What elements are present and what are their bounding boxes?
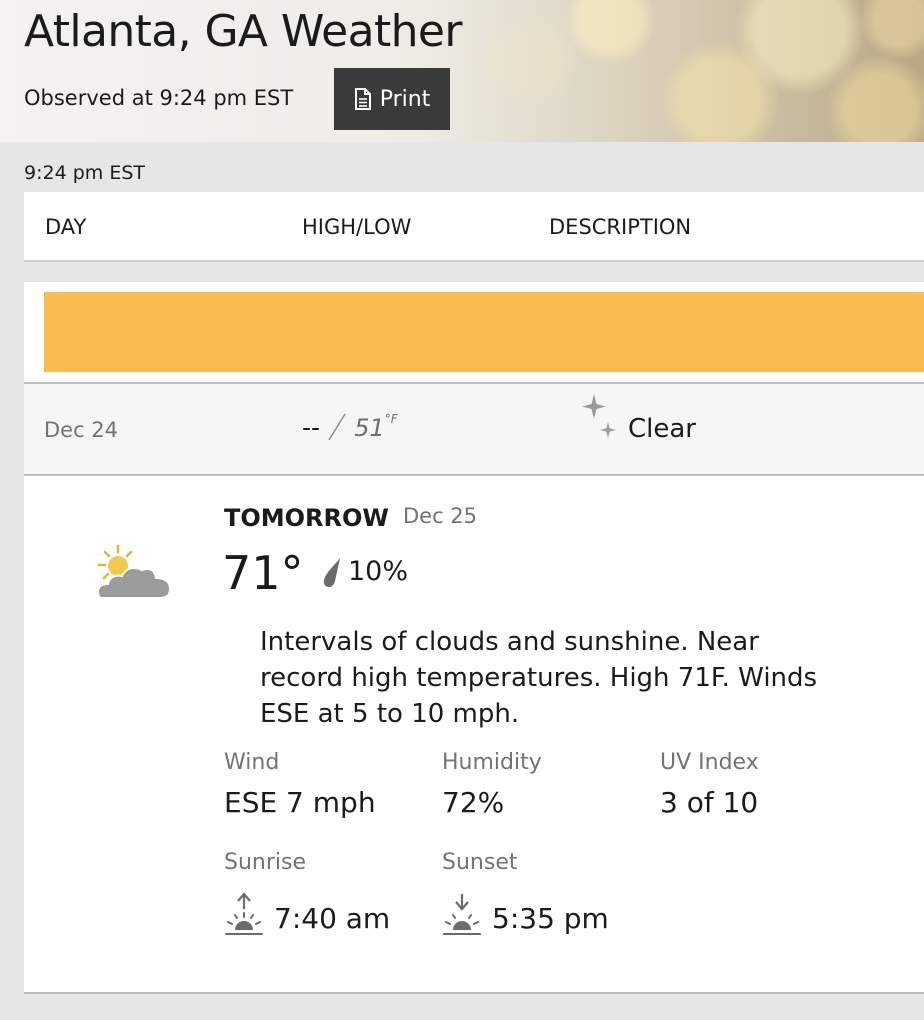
header-hero: Atlanta, GA Weather Observed at 9:24 pm … <box>0 0 924 142</box>
row-description: Clear <box>628 414 696 444</box>
row-unit: °F <box>384 412 398 426</box>
ad-banner <box>44 292 924 372</box>
column-high-low: HIGH/LOW <box>302 215 412 239</box>
moon-stars-icon <box>561 394 616 466</box>
table-row[interactable]: Dec 24 -- 51°F Clear <box>24 384 924 474</box>
sunrise-label: Sunrise <box>224 850 307 875</box>
humidity-value: 72% <box>442 786 505 819</box>
column-description: DESCRIPTION <box>549 215 692 239</box>
page-title: Atlanta, GA Weather <box>24 6 462 57</box>
row-high: -- <box>302 413 321 442</box>
divider <box>24 992 924 994</box>
sunset-label: Sunset <box>442 850 518 875</box>
uv-index-label: UV Index <box>660 750 759 775</box>
print-label: Print <box>379 86 431 112</box>
tomorrow-description: Intervals of clouds and sunshine. Near r… <box>260 627 818 729</box>
tomorrow-label: TOMORROW <box>224 504 389 532</box>
sunrise-icon <box>225 892 263 935</box>
row-low: 51 <box>354 414 385 442</box>
partly-cloudy-icon <box>96 544 172 599</box>
wind-value: ESE 7 mph <box>224 786 376 819</box>
sunset-value: 5:35 pm <box>492 902 609 935</box>
tomorrow-date: Dec 25 <box>403 504 478 528</box>
sunrise-value: 7:40 am <box>274 902 391 935</box>
column-day: DAY <box>45 215 87 239</box>
row-temps: -- 51°F <box>302 412 398 442</box>
raindrop-icon <box>323 558 340 587</box>
forecast-panel: Dec 24 -- 51°F Clear TOMORROW Dec 25 71° <box>24 282 924 994</box>
document-icon <box>354 88 371 110</box>
wind-label: Wind <box>224 750 280 775</box>
precipitation-chance: 10% <box>348 556 409 587</box>
slash-divider-icon <box>328 413 346 441</box>
row-date: Dec 24 <box>44 418 119 442</box>
print-button[interactable]: Print <box>334 68 450 130</box>
observed-time: Observed at 9:24 pm EST <box>24 86 294 110</box>
table-header: DAY HIGH/LOW DESCRIPTION <box>24 192 924 262</box>
divider <box>24 474 924 476</box>
tomorrow-temperature: 71° <box>222 546 304 600</box>
humidity-label: Humidity <box>442 750 542 775</box>
sunset-icon <box>443 894 481 935</box>
forecast-timestamp: 9:24 pm EST <box>24 162 145 184</box>
uv-index-value: 3 of 10 <box>660 786 759 819</box>
